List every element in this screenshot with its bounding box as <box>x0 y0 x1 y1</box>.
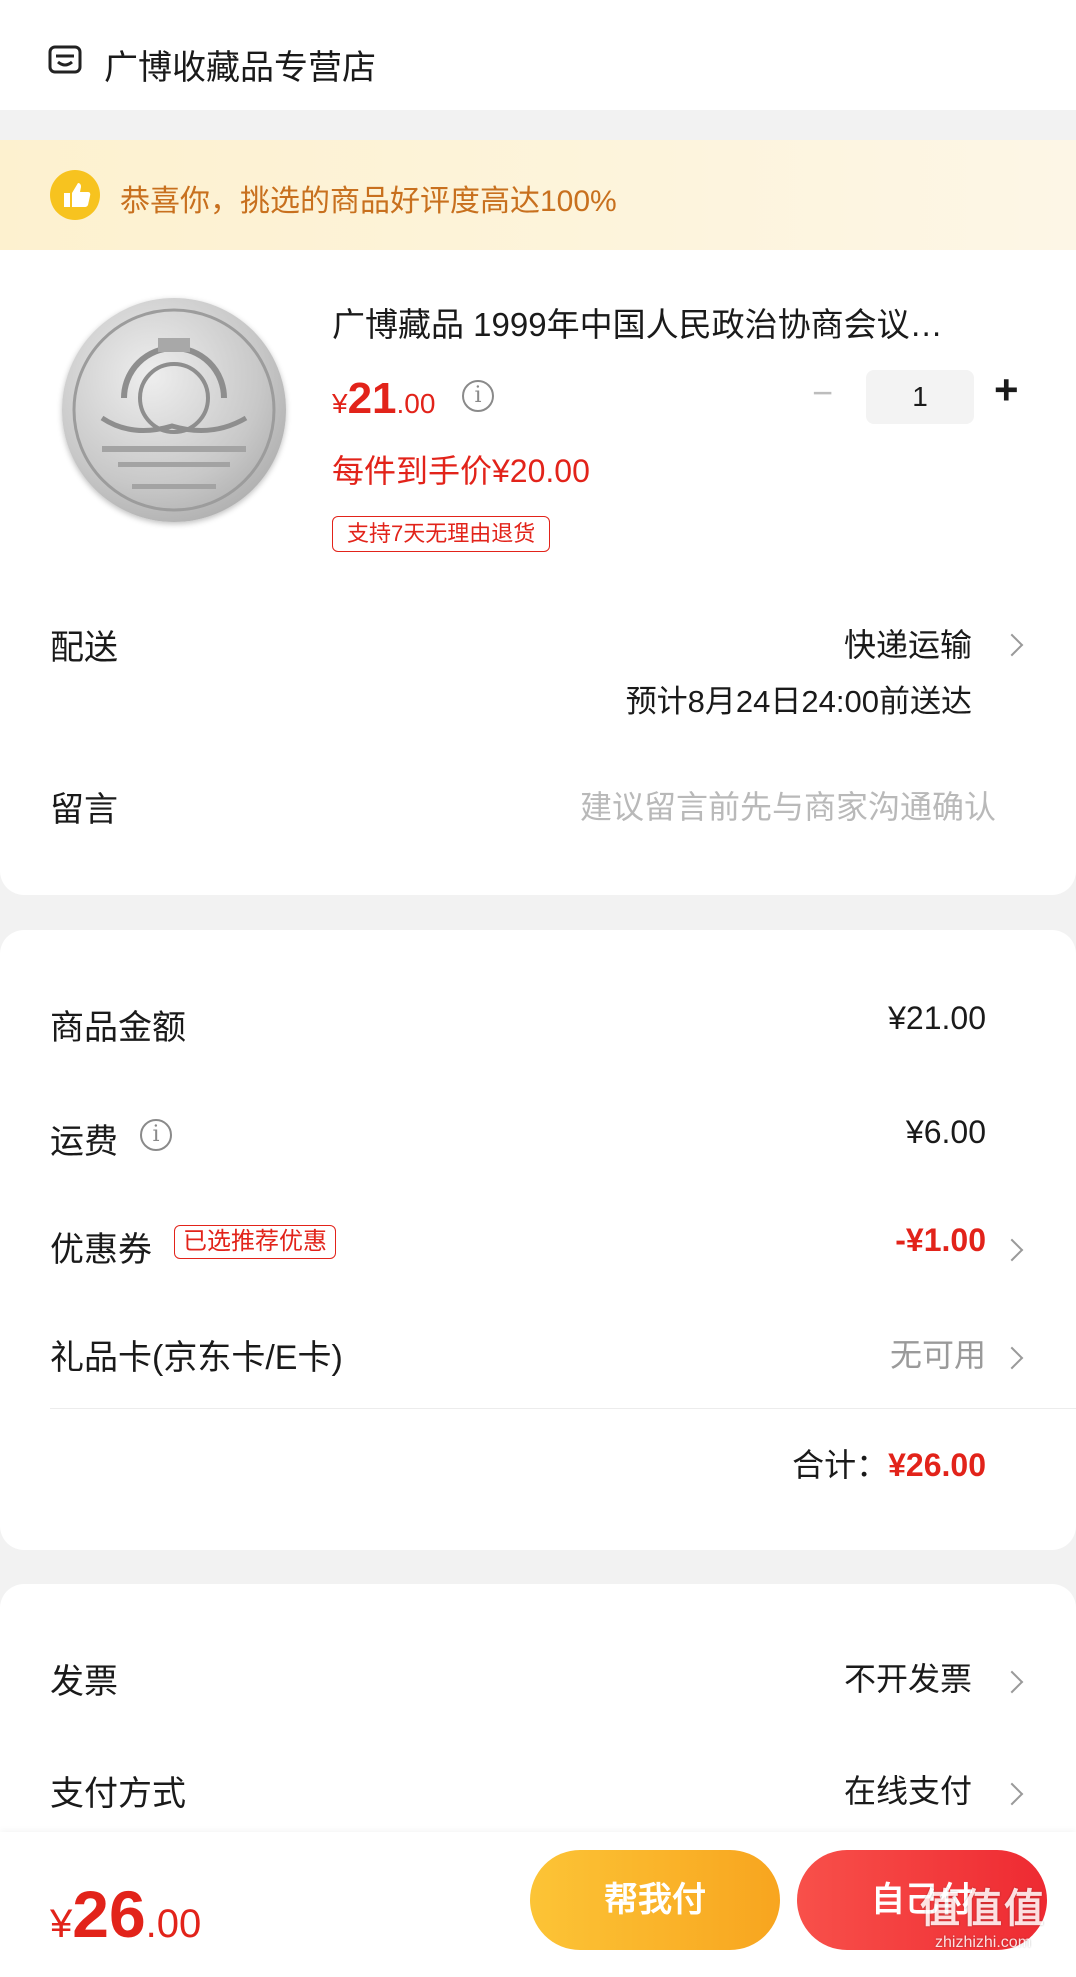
product-title[interactable]: 广博藏品 1999年中国人民政治协商会议… <box>332 298 1012 346</box>
footer-price-decimal: .00 <box>145 1902 202 1946</box>
watermark-text: 值值值 <box>920 1887 1046 1931</box>
watermark-logo: 值值值 zhizhizhi.com <box>920 1876 1046 1952</box>
shipping-info-icon[interactable]: i <box>140 1119 172 1151</box>
gift-card-label: 礼品卡(京东卡/E卡) <box>50 1339 343 1377</box>
shipping-value: ¥6.00 <box>905 1114 986 1150</box>
delivery-eta: 预计8月24日24:00前送达 <box>625 684 972 719</box>
footer-total-price: ¥26.00 <box>50 1876 201 1952</box>
invoice-label: 发票 <box>50 1663 118 1701</box>
price-symbol: ¥ <box>332 388 348 419</box>
price-integer: 21 <box>347 374 397 423</box>
coin-image[interactable] <box>62 298 286 522</box>
footer-price-integer: 26 <box>72 1877 146 1951</box>
delivery-label: 配送 <box>50 629 118 667</box>
invoice-value[interactable]: 不开发票 <box>844 1654 972 1700</box>
store-icon <box>48 45 82 74</box>
total-label: 合计： <box>792 1447 889 1483</box>
message-input[interactable]: 建议留言前先与商家沟通确认 <box>580 782 996 828</box>
quantity-minus-button[interactable]: − <box>812 372 833 414</box>
thumbs-up-icon <box>50 170 100 220</box>
goods-amount-value: ¥21.00 <box>888 1000 986 1036</box>
gift-card-chevron-icon[interactable] <box>1000 1346 1024 1370</box>
coupon-label: 优惠券 <box>50 1231 152 1269</box>
summary-divider <box>50 1408 1076 1409</box>
help-me-pay-button[interactable]: 帮我付 <box>530 1850 780 1950</box>
invoice-payment-card: 发票 不开发票 支付方式 在线支付 <box>0 1584 1076 1844</box>
payment-method-label: 支付方式 <box>50 1775 186 1813</box>
invoice-chevron-icon[interactable] <box>1000 1670 1024 1694</box>
bottom-action-bar: ¥26.00 帮我付 自己付 值值值 zhizhizhi.com <box>0 1832 1076 1977</box>
praise-banner: 恭喜你，挑选的商品好评度高达100% <box>0 140 1076 250</box>
shipping-label: 运费 <box>50 1123 118 1161</box>
gift-card-value[interactable]: 无可用 <box>890 1330 986 1376</box>
message-label: 留言 <box>50 791 118 829</box>
delivery-chevron-icon[interactable] <box>1000 633 1024 657</box>
return-policy-badge: 支持7天无理由退货 <box>332 516 551 552</box>
payment-chevron-icon[interactable] <box>1000 1782 1024 1806</box>
order-total: 合计：¥26.00 <box>792 1440 986 1486</box>
store-header: 广博收藏品专营店 <box>0 0 1076 110</box>
coupon-chevron-icon[interactable] <box>1000 1238 1024 1262</box>
coupon-badge: 已选推荐优惠 <box>174 1225 336 1259</box>
price-info-icon[interactable]: i <box>462 380 494 412</box>
unit-price-text: 每件到手价¥20.00 <box>332 453 590 489</box>
footer-price-symbol: ¥ <box>50 1902 73 1946</box>
watermark-subtext: zhizhizhi.com <box>934 1934 1032 1951</box>
praise-banner-text: 恭喜你，挑选的商品好评度高达100% <box>120 185 617 218</box>
order-item-card: 广博藏品 1999年中国人民政治协商会议… ¥21.00 i − 1 + 每件到… <box>0 250 1076 895</box>
store-name[interactable]: 广博收藏品专营店 <box>104 40 376 89</box>
product-price: ¥21.00 <box>332 374 435 424</box>
total-value: ¥26.00 <box>888 1447 986 1483</box>
quantity-plus-button[interactable]: + <box>994 366 1019 414</box>
coupon-value[interactable]: -¥1.00 <box>895 1222 986 1259</box>
quantity-stepper[interactable]: 1 <box>866 370 974 424</box>
price-decimal: .00 <box>396 388 436 419</box>
delivery-method[interactable]: 快递运输 <box>844 620 972 666</box>
goods-amount-label: 商品金额 <box>50 1009 186 1047</box>
payment-method-value[interactable]: 在线支付 <box>844 1766 972 1812</box>
price-summary-card: 商品金额 ¥21.00 运费 i ¥6.00 优惠券 已选推荐优惠 -¥1.00… <box>0 930 1076 1550</box>
